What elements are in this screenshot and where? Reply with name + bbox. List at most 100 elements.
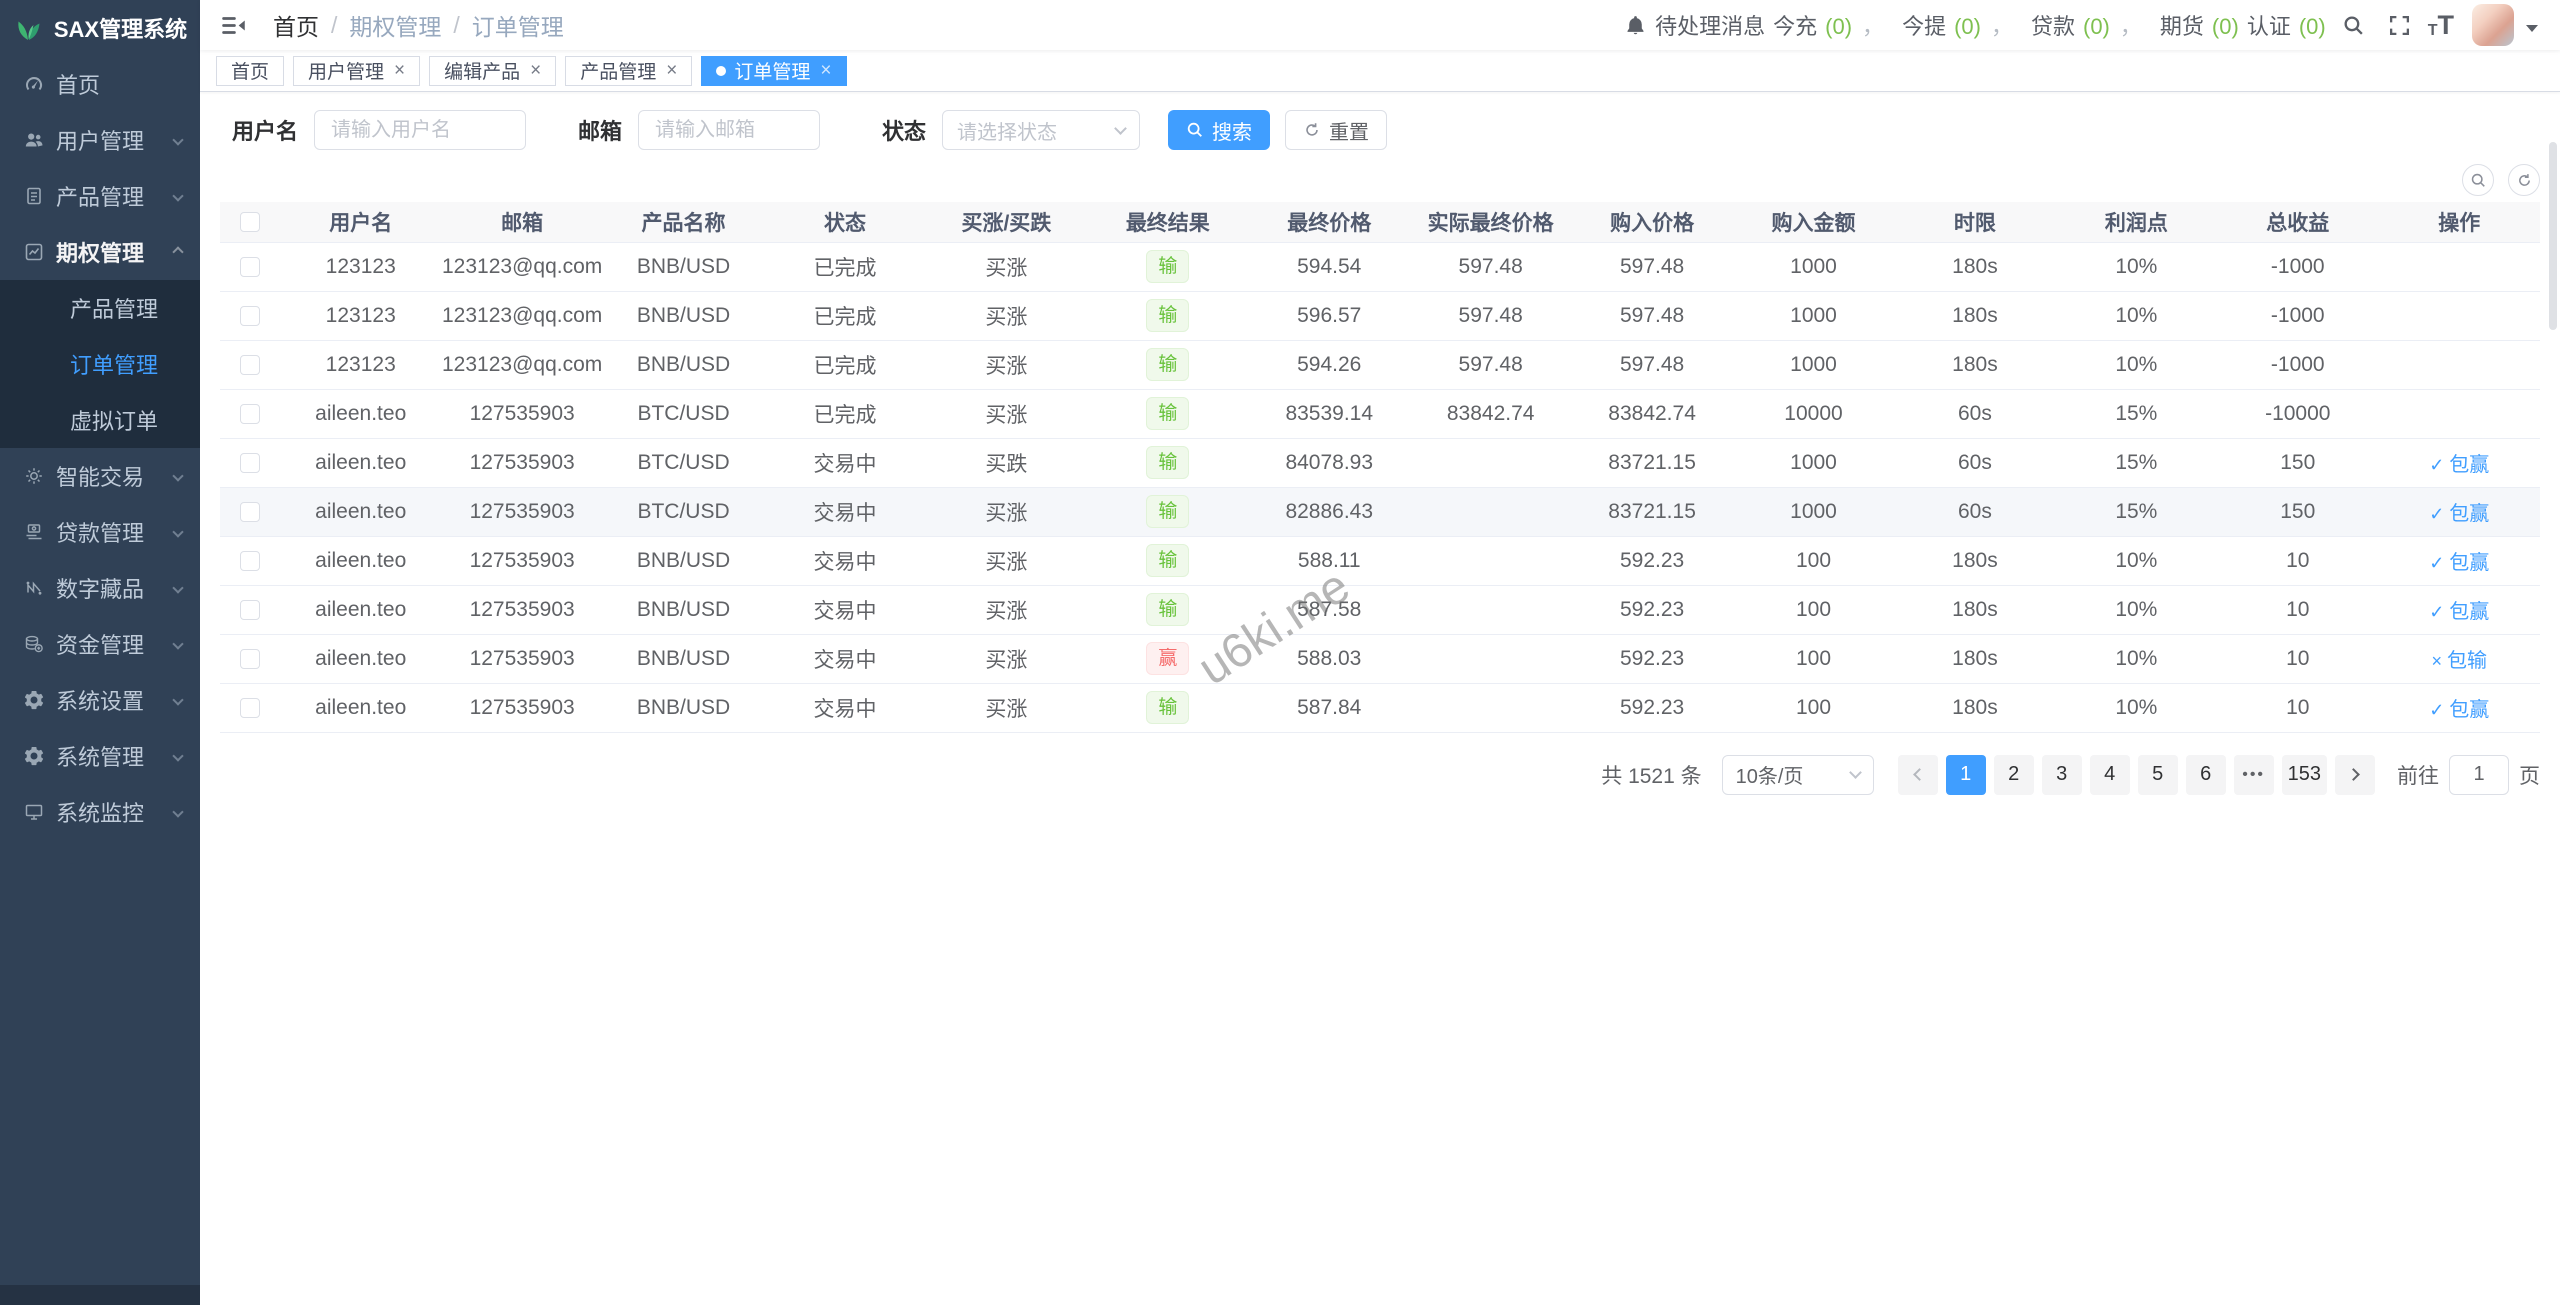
table-cell: 127535903 [441,683,602,732]
notification-separator: ， [2120,14,2142,39]
bell-icon[interactable] [1624,14,1647,37]
search-button[interactable]: 搜索 [1168,110,1270,150]
page-size-select[interactable]: 10条/页 [1722,755,1874,795]
table-cell: BNB/USD [603,585,764,634]
tab-订单管理[interactable]: 订单管理× [701,56,846,86]
page-button-1[interactable]: 1 [1946,755,1986,795]
username-input[interactable] [314,110,526,150]
page-buttons: 123456•••153 [1946,755,2327,795]
tab-产品管理[interactable]: 产品管理× [565,56,692,86]
sidebar-item-products[interactable]: 产品管理 [0,168,200,224]
sidebar-item-label: 贷款管理 [56,516,144,548]
page-button-4[interactable]: 4 [2090,755,2130,795]
tab-编辑产品[interactable]: 编辑产品× [429,56,556,86]
refresh-table-button[interactable] [2508,164,2540,196]
row-checkbox[interactable] [240,551,260,571]
action-link-包赢[interactable]: ✓包赢 [2429,601,2489,623]
sidebar-item-system-monitor[interactable]: 系统监控 [0,784,200,840]
page-button-2[interactable]: 2 [1994,755,2034,795]
table-cell: 10% [2056,634,2217,683]
table-cell: 交易中 [764,487,925,536]
sidebar-subitem-virtual-orders[interactable]: 虚拟订单 [0,392,200,448]
sidebar: SAX管理系统 首页用户管理产品管理期权管理产品管理订单管理虚拟订单智能交易贷款… [0,0,200,1305]
table-cell: 已完成 [764,340,925,389]
sidebar-item-nft[interactable]: 数字藏品 [0,560,200,616]
table-cell: 180s [1894,536,2055,585]
page-button-5[interactable]: 5 [2138,755,2178,795]
th-实际最终价格: 实际最终价格 [1410,202,1571,242]
monitor-icon [23,801,45,823]
table-cell: 已完成 [764,291,925,340]
next-page-button[interactable] [2335,755,2375,795]
status-select[interactable]: 请选择状态 [942,110,1140,150]
table-cell: BNB/USD [603,536,764,585]
sidebar-item-options[interactable]: 期权管理 [0,224,200,280]
table-row: aileen.teo127535903BNB/USD交易中买涨输587.5859… [220,585,2540,634]
select-all-checkbox[interactable] [240,212,260,232]
action-link-包赢[interactable]: ✓包赢 [2429,699,2489,721]
row-checkbox[interactable] [240,306,260,326]
search-icon[interactable] [2336,7,2372,43]
navbar-right: 待处理消息 今充(0)，今提(0)，贷款(0)，期货(0)认证(0) TT [1624,4,2538,46]
close-icon[interactable]: × [394,60,405,82]
scrollbar-thumb[interactable] [2549,142,2557,330]
caret-down-icon[interactable] [2526,25,2538,32]
sidebar-item-home[interactable]: 首页 [0,56,200,112]
sidebar-item-smart-trade[interactable]: 智能交易 [0,448,200,504]
reset-button[interactable]: 重置 [1285,110,1387,150]
close-icon[interactable]: × [666,60,677,82]
row-checkbox[interactable] [240,257,260,277]
page-button-3[interactable]: 3 [2042,755,2082,795]
sidebar-item-funds[interactable]: 资金管理 [0,616,200,672]
close-icon[interactable]: × [820,60,831,82]
notification-bar[interactable]: 待处理消息 今充(0)，今提(0)，贷款(0)，期货(0)认证(0) [1624,9,2326,41]
email-input[interactable] [638,110,820,150]
row-checkbox[interactable] [240,404,260,424]
row-checkbox[interactable] [240,698,260,718]
goto-label: 前往 [2397,760,2439,790]
hamburger-icon[interactable] [200,12,267,39]
sidebar-item-loans[interactable]: 贷款管理 [0,504,200,560]
close-icon[interactable]: × [530,60,541,82]
result-badge: 输 [1146,348,1189,382]
row-checkbox[interactable] [240,355,260,375]
row-checkbox[interactable] [240,453,260,473]
table-cell: 输 [1087,340,1248,389]
table-cell: 15% [2056,389,2217,438]
row-checkbox[interactable] [240,600,260,620]
table-cell: ✓包赢 [2378,585,2540,634]
font-size-icon[interactable]: TT [2428,12,2454,39]
table-cell: 596.57 [1249,291,1410,340]
more-pages-button[interactable]: ••• [2234,755,2274,795]
cell-checkbox [220,389,280,438]
row-checkbox[interactable] [240,649,260,669]
row-checkbox[interactable] [240,502,260,522]
prev-page-button[interactable] [1898,755,1938,795]
sidebar-subitem-orders[interactable]: 订单管理 [0,336,200,392]
action-link-包赢[interactable]: ✓包赢 [2429,454,2489,476]
breadcrumb-home[interactable]: 首页 [273,8,319,42]
page-button-6[interactable]: 6 [2186,755,2226,795]
sidebar-subitem-option-products[interactable]: 产品管理 [0,280,200,336]
tab-用户管理[interactable]: 用户管理× [293,56,420,86]
table-cell: 买涨 [926,291,1087,340]
goto-page-input[interactable] [2449,755,2509,795]
breadcrumb-orders: 订单管理 [472,8,564,42]
avatar[interactable] [2472,4,2514,46]
sidebar-item-users[interactable]: 用户管理 [0,112,200,168]
action-link-包赢[interactable]: ✓包赢 [2429,552,2489,574]
sidebar-item-system-settings[interactable]: 系统设置 [0,672,200,728]
goto-page: 前往 页 [2397,755,2540,795]
page-button-153[interactable]: 153 [2282,755,2327,795]
breadcrumb-options[interactable]: 期权管理 [349,8,441,42]
table-cell: 10 [2217,536,2378,585]
sidebar-item-label: 系统设置 [56,684,144,716]
sidebar-item-system-manage[interactable]: 系统管理 [0,728,200,784]
table-cell: 买涨 [926,242,1087,291]
action-link-包赢[interactable]: ✓包赢 [2429,503,2489,525]
fullscreen-icon[interactable] [2382,7,2418,43]
toggle-search-button[interactable] [2462,164,2494,196]
table-cell: -1000 [2217,291,2378,340]
action-link-包输[interactable]: ×包输 [2431,650,2487,672]
tab-首页[interactable]: 首页 [216,56,284,86]
